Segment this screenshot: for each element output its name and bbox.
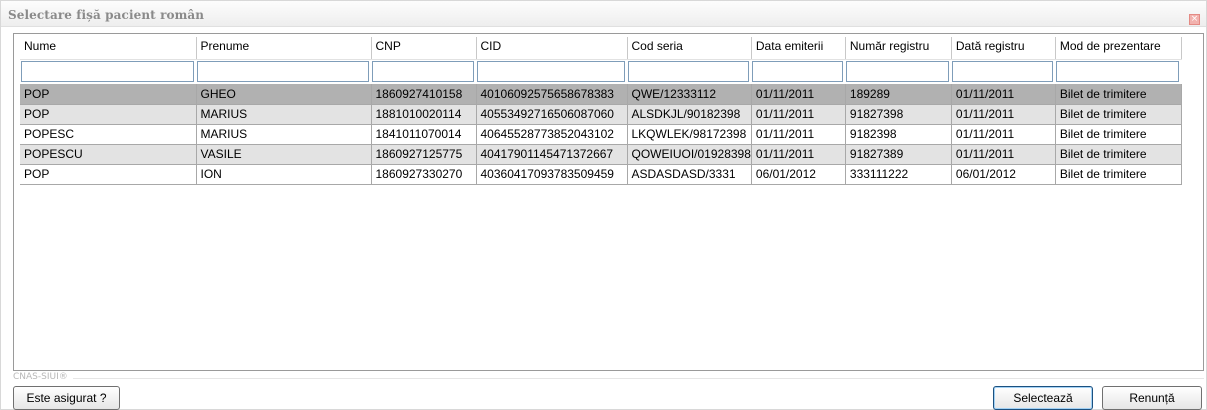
- column-header[interactable]: Cod seria: [627, 37, 752, 60]
- patient-table: Nume Prenume CNP CID Cod seria Data emiterii N…: [20, 37, 1182, 185]
- filter-cell: [627, 59, 751, 84]
- table-cell: VASILE: [196, 144, 372, 165]
- column-header[interactable]: CNP: [371, 37, 477, 60]
- table-cell: Bilet de trimitere: [1055, 124, 1182, 145]
- table-cell: 40417901145471372667: [476, 144, 628, 165]
- table-cell: POPESCU: [20, 144, 197, 165]
- table-cell: 06/01/2012: [951, 164, 1056, 185]
- table-cell: 40645528773852043102: [476, 124, 628, 145]
- table-cell: 01/11/2011: [751, 124, 846, 145]
- table-cell: POP: [20, 164, 197, 185]
- table-cell: 1860927125775: [371, 144, 477, 165]
- table-cell: 01/11/2011: [951, 124, 1056, 145]
- table-cell: 91827389: [845, 144, 952, 165]
- column-filter-input[interactable]: [21, 61, 194, 83]
- table-row[interactable]: POP MARIUS 1881010020114 405534927165060870…: [20, 104, 1182, 125]
- filter-cell: [371, 59, 476, 84]
- column-filter-input[interactable]: [952, 61, 1054, 83]
- table-cell: Bilet de trimitere: [1055, 84, 1182, 105]
- table-row[interactable]: POP GHEO 1860927410158 40106092575658678383…: [20, 84, 1182, 105]
- table-cell: Bilet de trimitere: [1055, 144, 1182, 165]
- column-header[interactable]: Dată registru: [951, 37, 1056, 60]
- table-row[interactable]: POPESCU VASILE 1860927125775 40417901145471…: [20, 144, 1182, 165]
- table-cell: 01/11/2011: [751, 144, 846, 165]
- column-filter-input[interactable]: [372, 61, 474, 83]
- is-insured-button[interactable]: Este asigurat ?: [13, 386, 120, 410]
- table-cell: 06/01/2012: [751, 164, 846, 185]
- table-cell: 9182398: [845, 124, 952, 145]
- table-row[interactable]: POP ION 1860927330270 40360417093783509459 A…: [20, 164, 1182, 185]
- filter-cell: [20, 59, 196, 84]
- column-filter-input[interactable]: [1056, 61, 1180, 83]
- table-row[interactable]: POPESC MARIUS 1841011070014 406455287738520…: [20, 124, 1182, 145]
- column-filter-input[interactable]: [477, 61, 625, 83]
- table-cell: 333111222: [845, 164, 952, 185]
- footer-divider: [73, 378, 1204, 379]
- table-cell: ION: [196, 164, 372, 185]
- filter-cell: [751, 59, 845, 84]
- table-cell: QWE/12333112: [627, 84, 752, 105]
- select-button[interactable]: Selectează: [993, 386, 1093, 410]
- patient-grid-frame: Nume Prenume CNP CID Cod seria Data emiterii N…: [13, 33, 1204, 371]
- table-cell: POP: [20, 84, 197, 105]
- table-cell: ALSDKJL/90182398: [627, 104, 752, 125]
- column-filter-input[interactable]: [628, 61, 750, 83]
- table-cell: 01/11/2011: [751, 104, 846, 125]
- column-header[interactable]: CID: [476, 37, 628, 60]
- table-cell: QOWEIUOI/01928398: [627, 144, 752, 165]
- column-header[interactable]: Nume: [20, 37, 197, 60]
- filter-cell: [951, 59, 1055, 84]
- table-cell: LKQWLEK/98172398: [627, 124, 752, 145]
- grid-filter-row: [20, 59, 1181, 84]
- column-filter-input[interactable]: [752, 61, 844, 83]
- column-header[interactable]: Prenume: [196, 37, 372, 60]
- patient-select-dialog: Selectare fișă pacient român × Nume Prenu…: [0, 0, 1207, 410]
- grid-header-row: Nume Prenume CNP CID Cod seria Data emiterii N…: [20, 37, 1182, 60]
- table-cell: 1860927410158: [371, 84, 477, 105]
- table-cell: 01/11/2011: [951, 144, 1056, 165]
- filter-cell: [476, 59, 627, 84]
- column-header[interactable]: Mod de prezentare: [1055, 37, 1182, 60]
- table-cell: 189289: [845, 84, 952, 105]
- table-cell: Bilet de trimitere: [1055, 104, 1182, 125]
- table-cell: 01/11/2011: [951, 84, 1056, 105]
- brand-label: CNAS-SIUI®: [13, 372, 68, 382]
- title-bar: Selectare fișă pacient român ×: [1, 1, 1206, 27]
- table-cell: 1860927330270: [371, 164, 477, 185]
- table-cell: 40360417093783509459: [476, 164, 628, 185]
- table-cell: 40106092575658678383: [476, 84, 628, 105]
- filter-cell: [845, 59, 951, 84]
- filter-cell: [1055, 59, 1181, 84]
- table-cell: GHEO: [196, 84, 372, 105]
- table-cell: POPESC: [20, 124, 197, 145]
- window-title: Selectare fișă pacient român: [8, 8, 205, 22]
- table-cell: 91827398: [845, 104, 952, 125]
- table-cell: 01/11/2011: [751, 84, 846, 105]
- filter-cell: [196, 59, 371, 84]
- table-cell: POP: [20, 104, 197, 125]
- column-filter-input[interactable]: [197, 61, 369, 83]
- cancel-button[interactable]: Renunță: [1102, 386, 1202, 410]
- table-cell: MARIUS: [196, 124, 372, 145]
- table-cell: 01/11/2011: [951, 104, 1056, 125]
- table-cell: 1881010020114: [371, 104, 477, 125]
- patient-grid[interactable]: Nume Prenume CNP CID Cod seria Data emiterii N…: [14, 34, 1203, 370]
- column-header[interactable]: Număr registru: [845, 37, 952, 60]
- table-cell: 40553492716506087060: [476, 104, 628, 125]
- table-cell: 1841011070014: [371, 124, 477, 145]
- table-cell: Bilet de trimitere: [1055, 164, 1182, 185]
- column-header[interactable]: Data emiterii: [751, 37, 846, 60]
- table-cell: ASDASDASD/3331: [627, 164, 752, 185]
- table-cell: MARIUS: [196, 104, 372, 125]
- close-icon[interactable]: ×: [1189, 14, 1200, 25]
- column-filter-input[interactable]: [846, 61, 950, 83]
